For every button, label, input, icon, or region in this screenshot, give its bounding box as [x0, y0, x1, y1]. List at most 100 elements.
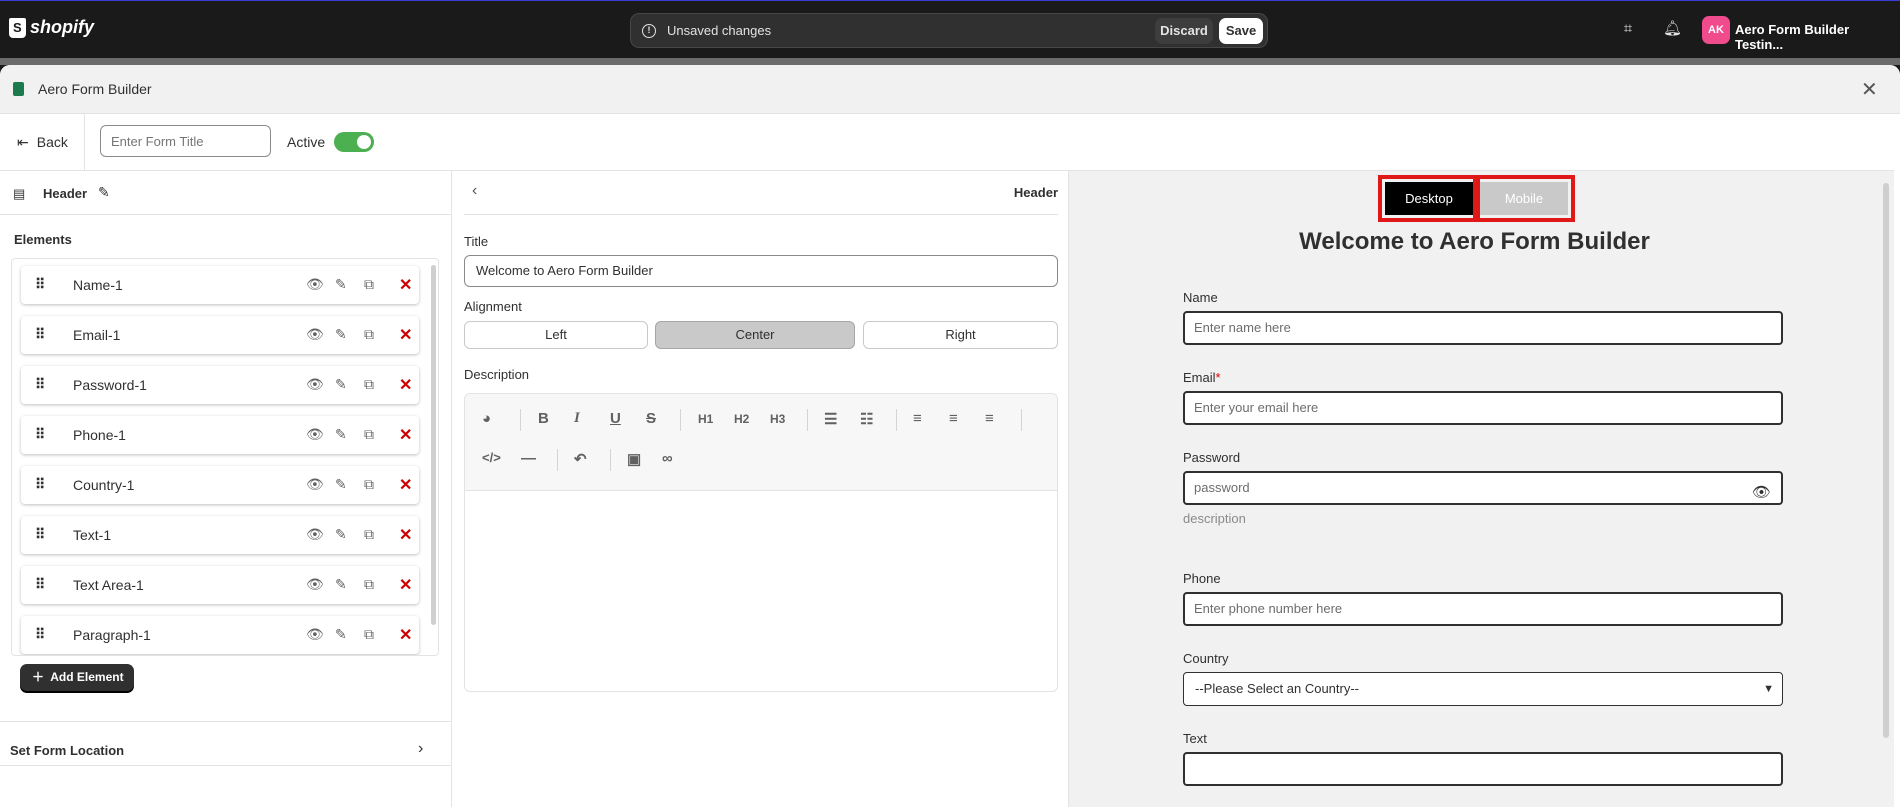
- align-center-icon[interactable]: ≡: [949, 410, 958, 427]
- list-item[interactable]: ⠿ Country-1 👁︎ ✎ ⧉ ✕: [21, 466, 419, 504]
- text-field[interactable]: [1183, 752, 1783, 786]
- pencil-icon[interactable]: ✎: [335, 326, 347, 343]
- list-item[interactable]: ⠿ Email-1 👁︎ ✎ ⧉ ✕: [21, 316, 419, 354]
- drag-handle-icon[interactable]: ⠿: [35, 376, 45, 393]
- delete-icon[interactable]: ✕: [399, 575, 412, 595]
- delete-icon[interactable]: ✕: [399, 325, 412, 345]
- email-field[interactable]: Enter your email here: [1183, 391, 1783, 425]
- eye-icon[interactable]: 👁︎: [306, 276, 324, 293]
- delete-icon[interactable]: ✕: [399, 425, 412, 445]
- delete-icon[interactable]: ✕: [399, 525, 412, 545]
- eye-icon[interactable]: 👁︎: [306, 376, 324, 393]
- form-location-label[interactable]: Set Form Location: [10, 743, 124, 758]
- phone-field[interactable]: Enter phone number here: [1183, 592, 1783, 626]
- eye-icon[interactable]: 👁︎: [306, 626, 324, 643]
- duplicate-icon[interactable]: ⧉: [364, 326, 374, 343]
- pencil-icon[interactable]: ✎: [335, 276, 347, 293]
- back-button[interactable]: ⇤ Back: [17, 134, 68, 151]
- add-element-button[interactable]: ＋ Add Element: [20, 664, 134, 691]
- bell-icon[interactable]: 🔔︎: [1663, 20, 1682, 38]
- avatar[interactable]: AK: [1702, 16, 1730, 44]
- heading-3-icon[interactable]: H3: [770, 412, 785, 426]
- list-item[interactable]: ⠿ Text-1 👁︎ ✎ ⧉ ✕: [21, 516, 419, 554]
- palette-icon[interactable]: ◕: [482, 410, 491, 427]
- drag-handle-icon[interactable]: ⠿: [35, 526, 45, 543]
- drag-handle-icon[interactable]: ⠿: [35, 576, 45, 593]
- horizontal-rule-icon[interactable]: —: [521, 450, 536, 467]
- close-icon[interactable]: ✕: [1861, 77, 1878, 102]
- title-field[interactable]: Welcome to Aero Form Builder: [464, 255, 1058, 287]
- drag-handle-icon[interactable]: ⠿: [35, 476, 45, 493]
- chevron-left-icon[interactable]: ‹: [472, 182, 477, 200]
- header-section-row[interactable]: ▤ Header ✎: [0, 171, 452, 215]
- pencil-icon[interactable]: ✎: [335, 376, 347, 393]
- preview-scrollbar[interactable]: [1883, 183, 1889, 738]
- country-select[interactable]: --Please Select an Country-- ▼: [1183, 672, 1783, 706]
- shopify-admin-topbar: shopify ! Unsaved changes Discard Save ⌗…: [0, 0, 1900, 58]
- drag-handle-icon[interactable]: ⠿: [35, 276, 45, 293]
- strikethrough-icon[interactable]: S: [646, 410, 656, 427]
- list-item[interactable]: ⠿ Name-1 👁︎ ✎ ⧉ ✕: [21, 266, 419, 304]
- align-center-button[interactable]: Center: [655, 321, 855, 349]
- underline-icon[interactable]: U: [610, 410, 621, 427]
- heading-2-icon[interactable]: H2: [734, 412, 749, 426]
- delete-icon[interactable]: ✕: [399, 275, 412, 295]
- pencil-icon[interactable]: ✎: [335, 626, 347, 643]
- align-left-button[interactable]: Left: [464, 321, 648, 349]
- eye-icon[interactable]: 👁︎: [306, 426, 324, 443]
- eye-icon[interactable]: 👁︎: [306, 526, 324, 543]
- eye-icon[interactable]: 👁︎: [306, 476, 324, 493]
- link-icon[interactable]: ∞: [662, 450, 673, 467]
- store-switch-icon[interactable]: ⌗: [1619, 20, 1637, 38]
- italic-icon[interactable]: I: [574, 410, 580, 427]
- eye-icon[interactable]: 👁︎: [1752, 478, 1771, 508]
- duplicate-icon[interactable]: ⧉: [364, 526, 374, 543]
- duplicate-icon[interactable]: ⧉: [364, 576, 374, 593]
- ordered-list-icon[interactable]: ☷: [860, 410, 873, 428]
- align-right-icon[interactable]: ≡: [985, 410, 994, 427]
- form-title-input[interactable]: [100, 125, 271, 157]
- undo-icon[interactable]: ↶: [574, 450, 587, 468]
- duplicate-icon[interactable]: ⧉: [364, 376, 374, 393]
- list-item[interactable]: ⠿ Password-1 👁︎ ✎ ⧉ ✕: [21, 366, 419, 404]
- active-toggle[interactable]: [334, 132, 374, 152]
- name-field[interactable]: Enter name here: [1183, 311, 1783, 345]
- save-button[interactable]: Save: [1219, 18, 1263, 44]
- store-name[interactable]: Aero Form Builder Testin...: [1735, 22, 1900, 52]
- chevron-right-icon[interactable]: ›: [418, 740, 423, 758]
- eye-icon[interactable]: 👁︎: [306, 576, 324, 593]
- duplicate-icon[interactable]: ⧉: [364, 626, 374, 643]
- drag-handle-icon[interactable]: ⠿: [35, 326, 45, 343]
- pencil-icon[interactable]: ✎: [335, 476, 347, 493]
- delete-icon[interactable]: ✕: [399, 625, 412, 645]
- heading-1-icon[interactable]: H1: [698, 412, 713, 426]
- elements-scrollbar[interactable]: [431, 265, 436, 625]
- align-left-icon[interactable]: ≡: [913, 410, 922, 427]
- duplicate-icon[interactable]: ⧉: [364, 426, 374, 443]
- shopify-logo[interactable]: shopify: [9, 17, 94, 38]
- pencil-icon[interactable]: ✎: [335, 526, 347, 543]
- duplicate-icon[interactable]: ⧉: [364, 476, 374, 493]
- eye-icon[interactable]: 👁︎: [306, 326, 324, 343]
- bullet-list-icon[interactable]: ☰: [824, 410, 837, 428]
- desktop-view-button[interactable]: Desktop: [1378, 175, 1480, 222]
- duplicate-icon[interactable]: ⧉: [364, 276, 374, 293]
- align-right-button[interactable]: Right: [863, 321, 1058, 349]
- drag-handle-icon[interactable]: ⠿: [35, 426, 45, 443]
- mobile-view-button[interactable]: Mobile: [1473, 175, 1575, 222]
- pencil-icon[interactable]: ✎: [335, 576, 347, 593]
- discard-button[interactable]: Discard: [1155, 18, 1213, 44]
- password-field[interactable]: password 👁︎: [1183, 471, 1783, 505]
- description-editor[interactable]: ◕ B I U S H1 H2 H3 ☰ ☷ ≡ ≡ ≡ </> — ↶ ▣ ∞: [464, 393, 1058, 692]
- pencil-icon[interactable]: ✎: [335, 426, 347, 443]
- image-icon[interactable]: ▣: [627, 450, 641, 468]
- edit-header-icon[interactable]: ✎: [98, 184, 110, 201]
- code-icon[interactable]: </>: [482, 450, 501, 465]
- delete-icon[interactable]: ✕: [399, 475, 412, 495]
- list-item[interactable]: ⠿ Paragraph-1 👁︎ ✎ ⧉ ✕: [21, 616, 419, 654]
- bold-icon[interactable]: B: [538, 410, 549, 427]
- list-item[interactable]: ⠿ Phone-1 👁︎ ✎ ⧉ ✕: [21, 416, 419, 454]
- drag-handle-icon[interactable]: ⠿: [35, 626, 45, 643]
- delete-icon[interactable]: ✕: [399, 375, 412, 395]
- list-item[interactable]: ⠿ Text Area-1 👁︎ ✎ ⧉ ✕: [21, 566, 419, 604]
